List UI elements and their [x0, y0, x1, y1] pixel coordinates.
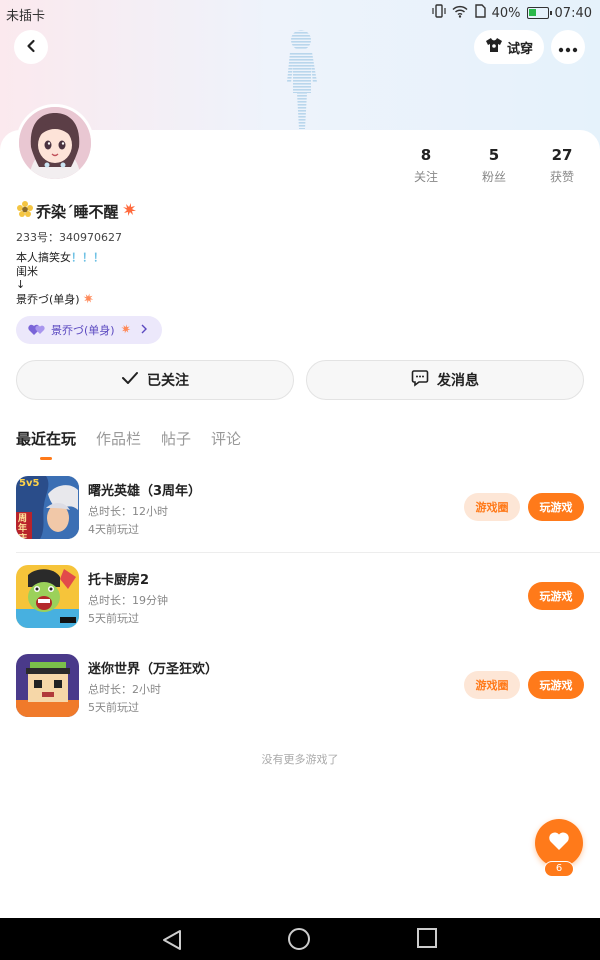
likes-label: 获赞: [549, 170, 574, 184]
play-game-button[interactable]: 玩游戏: [528, 493, 584, 521]
bio-exclamation-marks: ！！！: [71, 251, 104, 264]
game-playtime: 总时长：2小时: [88, 683, 161, 696]
user-id: 233号：340970627: [16, 231, 122, 244]
chevron-left-icon: [24, 38, 38, 57]
bio-line-4: 景乔づ(单身): [16, 292, 80, 306]
list-item[interactable]: 5v5 周年庆 曙光英雄（3周年） 总时长：12小时 4天前玩过 游戏圈 玩游戏: [0, 476, 600, 556]
flower-icon: [16, 200, 34, 222]
tab-posts[interactable]: 帖子: [161, 428, 191, 449]
play-game-button[interactable]: 玩游戏: [528, 671, 584, 699]
game-playtime: 总时长：19分钟: [88, 594, 168, 607]
game-name: 迷你世界（万圣狂欢）: [88, 662, 219, 677]
nav-recent-apps-icon[interactable]: [417, 928, 437, 948]
sim-icon: [474, 4, 486, 22]
game-circle-button[interactable]: 游戏圈: [464, 671, 520, 699]
game-last-played: 5天前玩过: [88, 701, 139, 714]
followed-label: 已关注: [147, 373, 189, 389]
chevron-right-icon: [140, 324, 148, 337]
game-last-played: 5天前玩过: [88, 612, 139, 625]
bio-line-2: 闺米: [16, 264, 38, 278]
send-message-button[interactable]: 发消息: [306, 360, 584, 400]
status-bar: 未插卡 40% 07:40: [0, 0, 600, 26]
anger-mark-icon: [121, 201, 137, 221]
list-item[interactable]: 迷你世界（万圣狂欢） 总时长：2小时 5天前玩过 游戏圈 玩游戏: [0, 654, 600, 734]
nav-back-icon[interactable]: [162, 929, 182, 955]
sparkle-icon: [120, 323, 131, 337]
nickname-text: 乔染ˊ睡不醒: [36, 202, 119, 221]
system-navigation-bar: [0, 918, 600, 960]
send-message-label: 发消息: [437, 373, 479, 389]
game-icon[interactable]: 5v5 周年庆: [16, 476, 79, 539]
vibrate-icon: [432, 4, 446, 22]
likes-stat[interactable]: 27 获赞: [532, 146, 592, 185]
list-item[interactable]: 托卡厨房2 总时长：19分钟 5天前玩过 玩游戏: [0, 565, 600, 645]
game-icon[interactable]: [16, 565, 79, 628]
avatar[interactable]: [16, 104, 94, 182]
avatar-mannequin-image: [268, 26, 334, 130]
bio: 本人搞笑女！！！ 闺米 ↓ 景乔づ(单身): [16, 251, 104, 307]
try-on-button[interactable]: 试穿: [474, 30, 544, 64]
heart-icon: [548, 831, 570, 855]
game-last-played: 4天前玩过: [88, 523, 139, 536]
double-heart-icon: [28, 322, 46, 339]
nickname: 乔染ˊ睡不醒: [16, 200, 137, 222]
followers-stat[interactable]: 5 粉丝: [464, 146, 524, 185]
clock: 07:40: [554, 5, 592, 21]
wifi-icon: [452, 5, 468, 22]
game-icon[interactable]: [16, 654, 79, 717]
following-label: 关注: [413, 170, 438, 184]
active-tab-indicator: [40, 457, 52, 460]
more-options-button[interactable]: [551, 30, 585, 64]
profile-tabs: 最近在玩 作品栏 帖子 评论: [16, 428, 241, 449]
game-icon-anniversary-text: 周年庆: [18, 514, 28, 539]
battery-icon: [526, 7, 552, 19]
following-stat[interactable]: 8 关注: [396, 146, 456, 185]
sparkle-icon: [82, 292, 94, 308]
game-name: 曙光英雄（3周年）: [88, 484, 202, 499]
tshirt-icon: [485, 37, 503, 57]
game-icon-badge-text: 5v5: [19, 478, 40, 489]
followed-button[interactable]: 已关注: [16, 360, 294, 400]
followers-label: 粉丝: [481, 170, 506, 184]
relationship-tag[interactable]: 景乔づ(单身): [16, 316, 162, 344]
carrier-text: 未插卡: [6, 9, 46, 24]
tab-recently-played[interactable]: 最近在玩: [16, 428, 76, 449]
like-button[interactable]: [535, 819, 583, 867]
game-name: 托卡厨房2: [88, 573, 150, 588]
tab-comments[interactable]: 评论: [211, 428, 241, 449]
try-on-label: 试穿: [506, 41, 533, 57]
battery-percent: 40%: [491, 5, 521, 21]
likes-count: 27: [551, 146, 573, 164]
more-dots-icon: [558, 38, 578, 57]
back-button[interactable]: [14, 30, 48, 64]
followers-count: 5: [488, 146, 500, 164]
tab-works[interactable]: 作品栏: [96, 428, 141, 449]
checkmark-icon: [121, 371, 139, 389]
game-playtime: 总时长：12小时: [88, 505, 168, 518]
bio-line-1: 本人搞笑女: [16, 251, 71, 264]
game-circle-button[interactable]: 游戏圈: [464, 493, 520, 521]
play-game-button[interactable]: 玩游戏: [528, 582, 584, 610]
list-end-text: 没有更多游戏了: [261, 753, 339, 766]
chat-bubble-icon: [411, 369, 429, 391]
following-count: 8: [420, 146, 432, 164]
nav-home-icon[interactable]: [288, 928, 310, 950]
like-count-badge: 6: [544, 861, 574, 877]
relationship-tag-label: 景乔づ(单身): [51, 324, 115, 337]
bio-line-3: ↓: [16, 278, 26, 291]
divider: [16, 552, 600, 553]
